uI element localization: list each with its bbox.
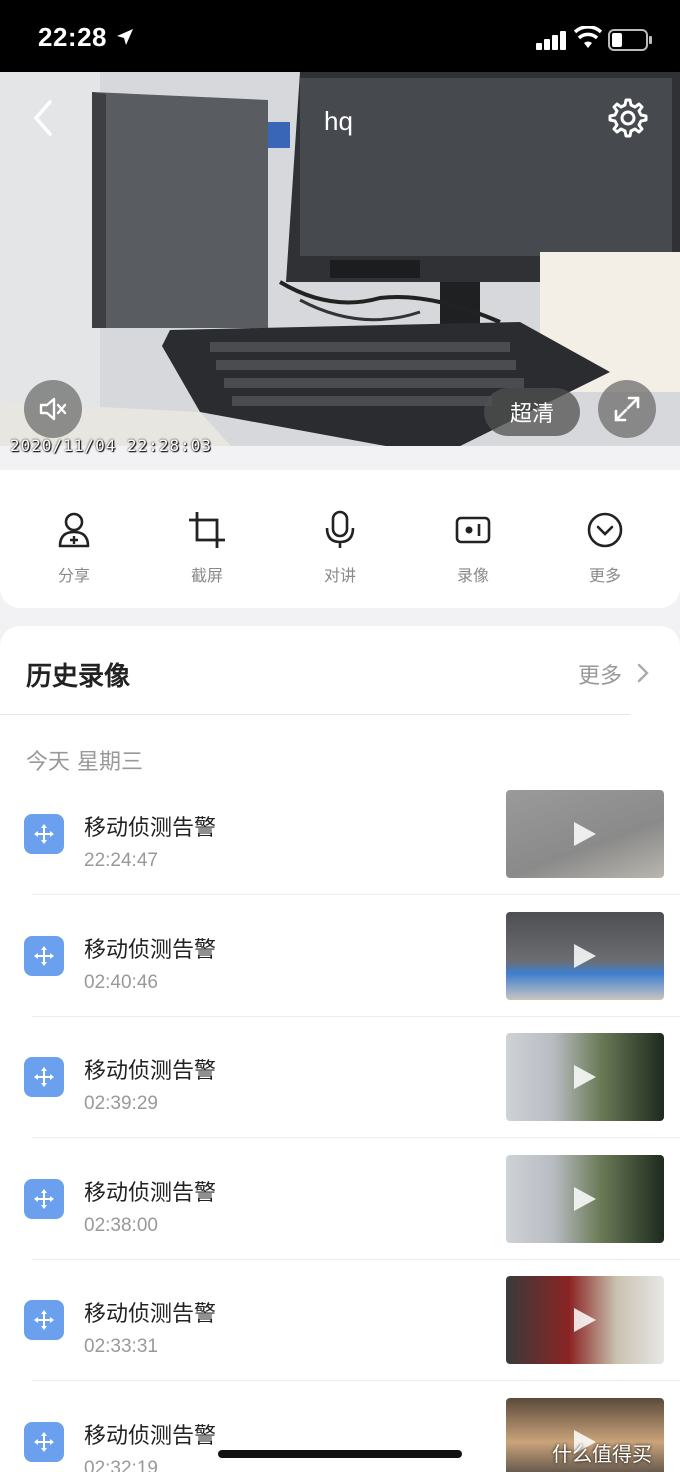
event-time: 02:39:29 <box>84 1093 158 1114</box>
live-video-view[interactable]: hq 超清 2020/11/04 22:28:03 <box>0 72 680 456</box>
play-icon <box>574 1308 596 1332</box>
fullscreen-expand-icon <box>614 396 640 422</box>
event-title: 移动侦测告警 <box>84 816 217 841</box>
event-time: 02:33:31 <box>84 1336 158 1357</box>
microphone-icon <box>325 510 355 548</box>
divider <box>32 1015 680 1017</box>
event-title: 移动侦测告警 <box>84 1059 217 1084</box>
motion-alert-icon <box>24 1057 64 1097</box>
signal-icon <box>536 31 566 50</box>
event-thumbnail[interactable] <box>506 790 664 878</box>
camera-page: 22:28 hq 超清 2020/11/04 22:28:03 分享 截屏 对讲… <box>0 0 680 1472</box>
chevron-right-icon[interactable] <box>636 662 650 684</box>
fullscreen-button[interactable] <box>598 380 656 438</box>
play-icon <box>574 1186 596 1211</box>
event-row[interactable]: 移动侦测告警 02:40:46 <box>0 911 680 1034</box>
play-icon <box>574 1065 596 1089</box>
location-arrow-icon <box>117 29 133 45</box>
event-time: 02:40:46 <box>84 971 158 993</box>
motion-alert-icon <box>24 1178 64 1219</box>
action-toolbar: 分享 截屏 对讲 录像 更多 <box>0 470 680 608</box>
event-title: 移动侦测告警 <box>84 1423 217 1449</box>
record-label: 录像 <box>456 566 489 585</box>
share-button[interactable]: 分享 <box>29 510 119 586</box>
history-more-link[interactable]: 更多 <box>578 658 622 690</box>
camera-name: hq <box>324 106 353 136</box>
event-time: 02:32:19 <box>84 1457 158 1472</box>
day-label: 今天 星期三 <box>26 750 143 775</box>
event-row[interactable]: 移动侦测告警 02:33:31 <box>0 1276 680 1398</box>
history-title: 历史录像 <box>26 662 131 692</box>
video-record-icon <box>455 516 491 544</box>
history-section: 历史录像 更多 今天 星期三 移动侦测告警 22:24:47 移动侦测告警 02:40… <box>0 626 680 1472</box>
divider <box>32 894 680 895</box>
event-title: 移动侦测告警 <box>84 937 217 963</box>
event-time: 22:24:47 <box>84 850 158 871</box>
crop-icon <box>189 512 225 548</box>
speaker-muted-icon <box>39 397 67 421</box>
divider <box>32 1258 680 1260</box>
event-row[interactable]: 移动侦测告警 22:24:47 <box>0 790 680 912</box>
status-time: 22:28 <box>38 22 107 52</box>
divider <box>32 1380 680 1381</box>
event-thumbnail[interactable] <box>506 1276 664 1364</box>
event-row[interactable]: 移动侦测告警 02:39:29 <box>0 1033 680 1155</box>
motion-alert-icon <box>24 814 64 854</box>
share-label: 分享 <box>57 566 90 585</box>
screenshot-label: 截屏 <box>190 566 223 585</box>
play-icon <box>574 943 596 968</box>
status-bar: 22:28 <box>0 0 680 72</box>
divider <box>0 714 630 715</box>
video-timestamp: 2020/11/04 22:28:03 <box>10 436 213 455</box>
watermark-text: 什么值得买 <box>552 1442 652 1466</box>
motion-alert-icon <box>24 935 64 976</box>
intercom-button[interactable]: 对讲 <box>295 510 385 586</box>
back-arrow-icon[interactable] <box>28 98 58 138</box>
mute-button[interactable] <box>24 380 82 438</box>
event-row[interactable]: 移动侦测告警 02:38:00 <box>0 1154 680 1277</box>
quality-toggle-button[interactable]: 超清 <box>484 388 580 436</box>
home-indicator[interactable] <box>218 1450 462 1458</box>
wifi-icon <box>574 26 602 48</box>
more-label: 更多 <box>588 566 621 585</box>
event-thumbnail[interactable] <box>506 1033 664 1121</box>
event-title: 移动侦测告警 <box>84 1180 217 1206</box>
record-button[interactable]: 录像 <box>428 510 518 586</box>
motion-alert-icon <box>24 1421 64 1462</box>
settings-gear-icon[interactable] <box>604 96 648 140</box>
event-thumbnail[interactable] <box>506 1154 664 1243</box>
battery-icon <box>608 29 652 51</box>
chevron-down-circle-icon <box>587 512 623 548</box>
play-icon <box>574 822 596 846</box>
motion-alert-icon <box>24 1300 64 1340</box>
intercom-label: 对讲 <box>323 566 356 585</box>
more-button[interactable]: 更多 <box>560 510 650 586</box>
event-thumbnail[interactable] <box>506 911 664 1000</box>
event-title: 移动侦测告警 <box>84 1302 217 1327</box>
divider <box>32 1137 680 1138</box>
event-time: 02:38:00 <box>84 1214 158 1236</box>
share-user-icon <box>58 512 90 548</box>
screenshot-button[interactable]: 截屏 <box>162 510 252 586</box>
